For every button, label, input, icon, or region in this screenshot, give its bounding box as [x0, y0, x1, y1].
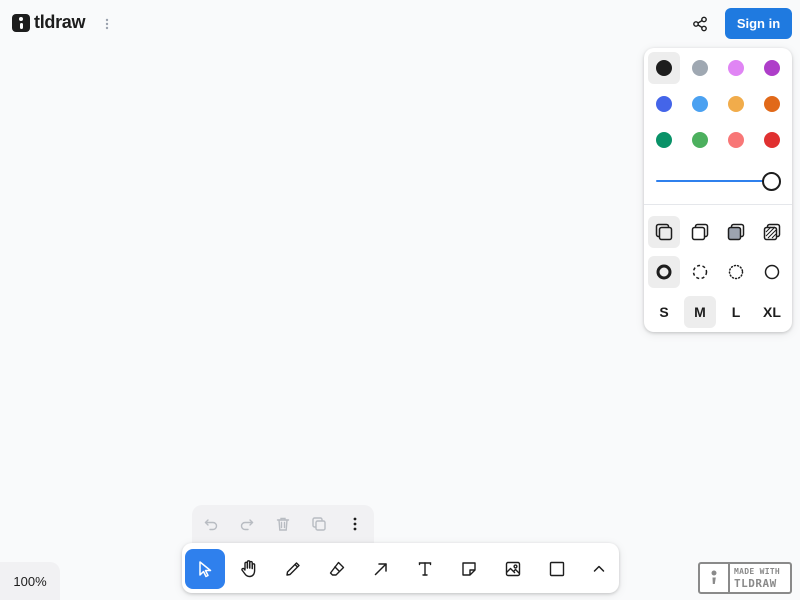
image-icon — [505, 561, 521, 577]
color-swatch-orange[interactable] — [756, 88, 788, 120]
action-bar — [192, 505, 374, 543]
divider — [644, 204, 792, 205]
color-dot — [728, 132, 744, 148]
zoom-menu-button[interactable]: 100% — [0, 562, 60, 600]
color-swatch-blue[interactable] — [648, 88, 680, 120]
tool-eraser[interactable] — [317, 549, 357, 589]
more-vertical-icon — [105, 18, 109, 30]
draw-icon — [286, 562, 300, 576]
tool-image[interactable] — [493, 549, 533, 589]
fill-solid-button[interactable] — [720, 216, 752, 248]
size-m-button[interactable]: M — [684, 296, 716, 328]
color-swatch-light-green[interactable] — [684, 124, 716, 156]
app-title: tldraw — [34, 12, 86, 32]
size-label: M — [694, 304, 706, 320]
tool-arrow[interactable] — [361, 549, 401, 589]
undo-icon — [204, 519, 218, 531]
color-dot — [728, 60, 744, 76]
color-swatch-black[interactable] — [648, 52, 680, 84]
fill-semi-icon — [691, 223, 709, 241]
color-dot — [692, 132, 708, 148]
color-swatch-grey[interactable] — [684, 52, 716, 84]
size-label: L — [731, 304, 741, 320]
dash-dashed-button[interactable] — [684, 256, 716, 288]
color-dot — [656, 60, 672, 76]
color-swatch-violet[interactable] — [756, 52, 788, 84]
redo-button[interactable] — [232, 509, 262, 539]
dash-dotted-button[interactable] — [720, 256, 752, 288]
undo-button[interactable] — [196, 509, 226, 539]
opacity-slider[interactable] — [656, 170, 781, 192]
sign-in-button[interactable]: Sign in — [725, 8, 792, 39]
color-dot — [728, 96, 744, 112]
made-with-tldraw-badge[interactable]: MADE WITH TLDRAW — [698, 562, 792, 594]
color-swatch-light-red[interactable] — [720, 124, 752, 156]
more-tools-button[interactable] — [579, 549, 619, 589]
delete-button[interactable] — [268, 509, 298, 539]
watermark-line2: TLDRAW — [734, 576, 777, 590]
dash-draw-button[interactable] — [648, 256, 680, 288]
tool-select[interactable] — [185, 549, 225, 589]
color-swatch-yellow[interactable] — [720, 88, 752, 120]
share-button[interactable] — [688, 12, 712, 36]
share-icon — [693, 16, 707, 32]
color-dot — [656, 96, 672, 112]
color-swatch-green[interactable] — [648, 124, 680, 156]
dash-solid-icon — [764, 264, 780, 280]
fill-pattern-button[interactable] — [756, 216, 788, 248]
note-icon — [462, 562, 476, 576]
arrow-icon — [374, 563, 387, 576]
tool-draw[interactable] — [273, 549, 313, 589]
text-icon — [418, 562, 432, 576]
color-dot — [656, 132, 672, 148]
color-dot — [692, 96, 708, 112]
select-icon — [199, 561, 212, 578]
main-menu-button[interactable] — [97, 14, 117, 34]
eraser-icon — [329, 561, 345, 576]
style-panel: S M L XL — [644, 48, 792, 332]
slider-thumb[interactable] — [762, 172, 781, 191]
tool-rectangle[interactable] — [537, 549, 577, 589]
tool-hand[interactable] — [229, 549, 269, 589]
fill-solid-icon — [727, 223, 745, 241]
dash-draw-icon — [656, 264, 672, 280]
color-swatch-light-violet[interactable] — [720, 52, 752, 84]
more-vertical-icon — [353, 517, 357, 531]
size-xl-button[interactable]: XL — [756, 296, 788, 328]
color-swatch-red[interactable] — [756, 124, 788, 156]
size-l-button[interactable]: L — [720, 296, 752, 328]
fill-none-button[interactable] — [648, 216, 680, 248]
size-label: S — [659, 304, 669, 320]
slider-track — [656, 180, 774, 182]
logo: tldraw — [12, 12, 86, 33]
watermark-line1: MADE WITH — [734, 566, 781, 576]
trash-icon — [276, 517, 290, 531]
rectangle-icon — [549, 561, 565, 577]
fill-none-icon — [655, 223, 673, 241]
tool-note[interactable] — [449, 549, 489, 589]
tool-text[interactable] — [405, 549, 445, 589]
color-dot — [764, 132, 780, 148]
color-swatch-light-blue[interactable] — [684, 88, 716, 120]
color-dot — [692, 60, 708, 76]
duplicate-icon — [312, 517, 326, 531]
redo-icon — [240, 519, 254, 531]
color-dot — [764, 96, 780, 112]
color-dot — [764, 60, 780, 76]
hand-icon — [241, 560, 256, 578]
size-s-button[interactable]: S — [648, 296, 680, 328]
tldraw-logo-icon — [12, 13, 30, 32]
tldraw-watermark-icon — [700, 564, 730, 592]
dash-dotted-icon — [728, 264, 744, 280]
more-actions-button[interactable] — [340, 509, 370, 539]
size-label: XL — [763, 304, 781, 320]
dash-dashed-icon — [692, 264, 708, 280]
dash-solid-button[interactable] — [756, 256, 788, 288]
chevron-up-icon — [593, 565, 605, 572]
fill-semi-button[interactable] — [684, 216, 716, 248]
fill-pattern-icon — [763, 223, 781, 241]
duplicate-button[interactable] — [304, 509, 334, 539]
toolbar — [182, 543, 619, 593]
